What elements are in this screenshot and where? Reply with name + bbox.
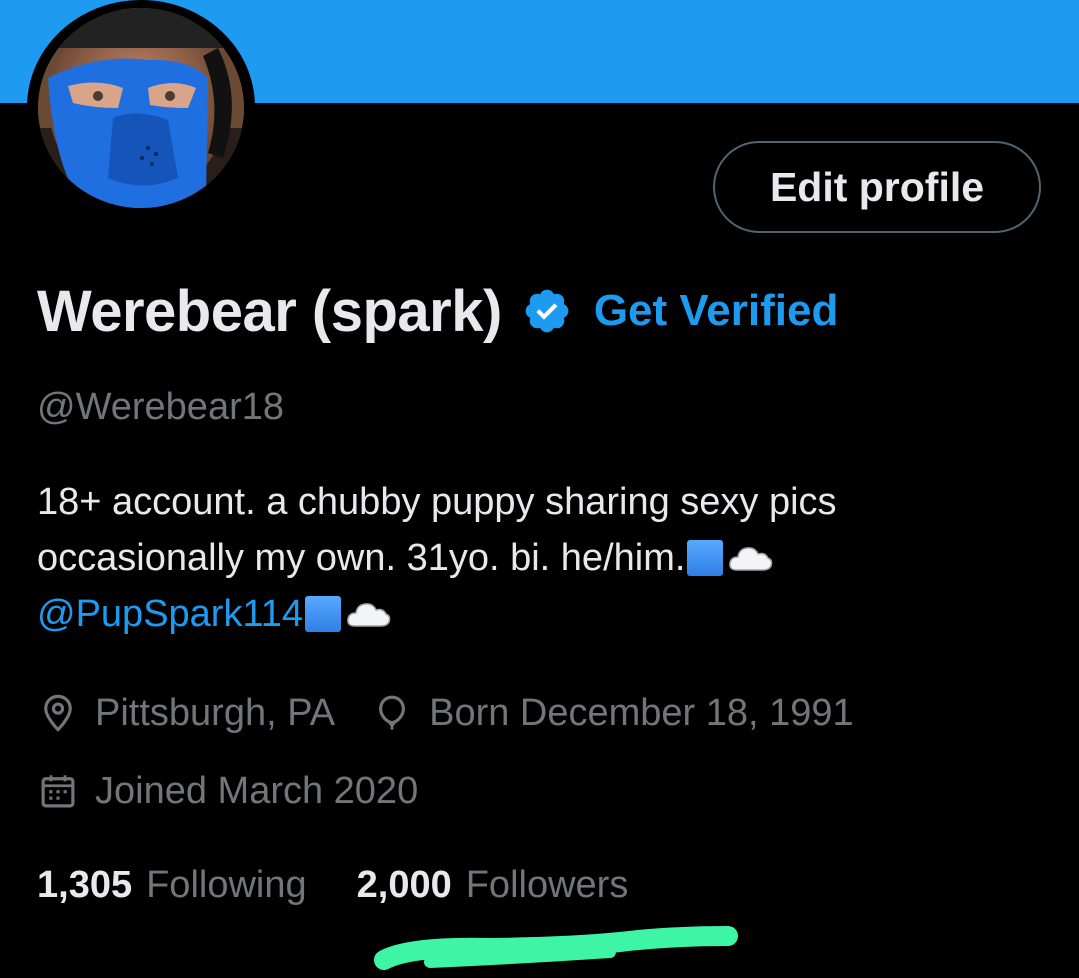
edit-profile-button[interactable]: Edit profile xyxy=(713,141,1041,233)
blue-square-emoji-icon xyxy=(305,596,342,632)
followers-link[interactable]: 2,000 Followers xyxy=(357,864,629,907)
following-label: Following xyxy=(146,863,307,906)
bio-line-1: 18+ account. a chubby puppy sharing sexy… xyxy=(37,474,1047,530)
avatar[interactable] xyxy=(38,8,244,208)
bio-text-1: 18+ account. a chubby puppy sharing sexy… xyxy=(37,481,837,523)
blue-square-emoji-icon xyxy=(687,540,724,576)
display-name: Werebear (spark) xyxy=(37,278,502,344)
avatar-image xyxy=(38,8,244,208)
cloud-emoji-icon xyxy=(345,592,391,628)
profile-handle: @Werebear18 xyxy=(37,386,284,428)
calendar-icon xyxy=(37,770,79,812)
profile-joined-date: Joined March 2020 xyxy=(95,769,419,812)
following-link[interactable]: 1,305 Following xyxy=(37,864,307,907)
following-count: 1,305 xyxy=(37,863,133,906)
name-row: Werebear (spark) Get Verified xyxy=(37,276,838,346)
bio-line-2: occasionally my own. 31yo. bi. he/him. xyxy=(37,530,1047,586)
get-verified-link[interactable]: Get Verified xyxy=(594,286,839,336)
followers-count: 2,000 xyxy=(356,863,452,906)
profile-birthday: Born December 18, 1991 xyxy=(429,691,854,734)
bio-text-2: occasionally my own. 31yo. bi. he/him. xyxy=(37,537,686,579)
highlight-underline xyxy=(374,926,738,970)
profile-meta-row-2: Joined March 2020 xyxy=(37,766,418,816)
bio-mention-link[interactable]: @PupSpark114 xyxy=(37,593,303,635)
balloon-icon xyxy=(371,692,413,734)
profile-location: Pittsburgh, PA xyxy=(95,691,336,734)
cloud-emoji-icon xyxy=(727,536,773,572)
followers-label: Followers xyxy=(465,863,629,906)
follow-stats: 1,305 Following 2,000 Followers xyxy=(37,860,628,910)
location-pin-icon xyxy=(37,692,79,734)
verified-badge-icon[interactable] xyxy=(522,286,572,336)
profile-meta-row-1: Pittsburgh, PA Born December 18, 1991 xyxy=(37,688,854,738)
bio-line-3: @PupSpark114 xyxy=(37,586,1047,642)
profile-bio: 18+ account. a chubby puppy sharing sexy… xyxy=(37,474,1047,642)
